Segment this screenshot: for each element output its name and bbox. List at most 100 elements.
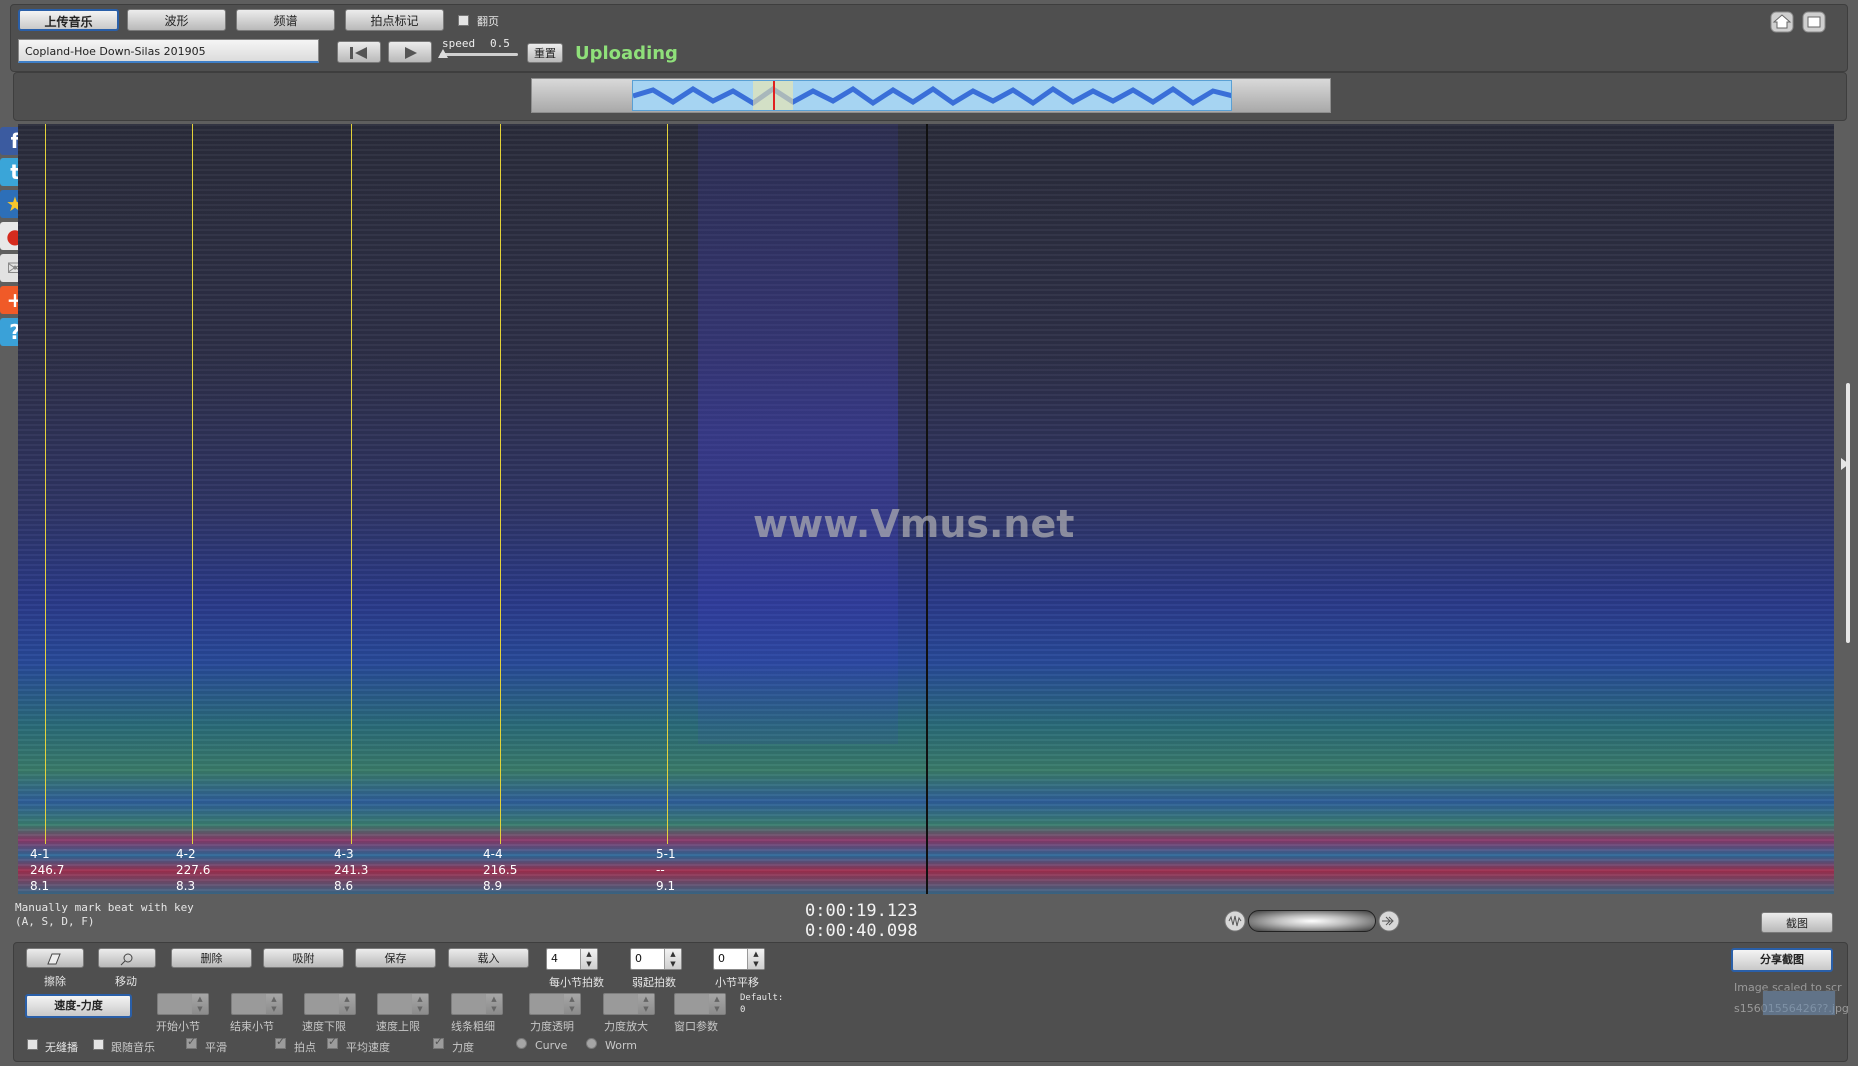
stepper-arrows[interactable]: ▲ ▼ <box>265 994 282 1014</box>
total-time: 0:00:40.098 <box>805 921 918 941</box>
worm-radio[interactable] <box>586 1038 597 1049</box>
load-button[interactable]: 载入 <box>448 948 529 968</box>
prev-button[interactable] <box>337 41 381 63</box>
no-loop-label: 无缝播 <box>45 1041 78 1054</box>
curve-radio[interactable] <box>516 1038 527 1049</box>
stepper-arrows[interactable]: ▲ ▼ <box>664 949 681 969</box>
smooth-checkbox[interactable] <box>186 1035 197 1049</box>
save-button[interactable]: 保存 <box>355 948 436 968</box>
smooth-label: 平滑 <box>205 1041 227 1054</box>
beat-time: 8.6 <box>334 879 354 893</box>
dyn-opacity-label: 力度透明 <box>530 1020 574 1033</box>
reset-button[interactable]: 重置 <box>527 43 563 63</box>
erase-label: 擦除 <box>44 975 66 988</box>
line-width-stepper[interactable]: ▲ ▼ <box>451 993 503 1015</box>
watermark: www.Vmus.net <box>753 502 1075 546</box>
stepper-arrows[interactable]: ▲ ▼ <box>191 994 208 1014</box>
vertical-scrollbar[interactable] <box>1846 383 1850 643</box>
home-button[interactable] <box>1770 11 1794 33</box>
dynamics-label: 力度 <box>452 1041 474 1054</box>
beat-tempo: 227.6 <box>176 863 211 877</box>
flip-page-checkbox[interactable] <box>458 15 469 26</box>
image-thumbnail[interactable] <box>1762 990 1836 1016</box>
track-name-input[interactable]: Copland-Hoe Down-Silas 201905 <box>18 39 319 63</box>
snap-button[interactable]: 吸附 <box>263 948 344 968</box>
delete-button[interactable]: 删除 <box>171 948 252 968</box>
overview-track[interactable] <box>531 78 1331 113</box>
no-loop-checkbox[interactable] <box>27 1039 38 1050</box>
window-param-stepper[interactable]: ▲ ▼ <box>674 993 726 1015</box>
curve-label: Curve <box>535 1039 568 1052</box>
stepper-arrows[interactable]: ▲ ▼ <box>580 949 597 969</box>
stepper-arrows[interactable]: ▲ ▼ <box>708 994 725 1014</box>
beat-line[interactable] <box>500 124 501 844</box>
bar-offset-stepper[interactable]: 0 ▲ ▼ <box>713 948 765 970</box>
beat-label: 4-3 241.3 8.6 <box>334 846 368 894</box>
overview-waveform-shape <box>633 81 1231 110</box>
play-button[interactable] <box>388 41 432 63</box>
overview-playhead[interactable] <box>773 81 775 110</box>
line-width-label: 线条粗细 <box>451 1020 495 1033</box>
fullscreen-button[interactable] <box>1802 11 1826 33</box>
beat-label: 4-4 216.5 8.9 <box>483 846 517 894</box>
speed-slider[interactable] <box>438 49 518 58</box>
upload-music-button[interactable]: 上传音乐 <box>18 9 119 31</box>
expand-handle[interactable] <box>1841 458 1849 470</box>
beat-time: 8.9 <box>483 879 503 893</box>
move-button[interactable] <box>98 948 156 968</box>
zoom-out-button[interactable] <box>1224 910 1246 932</box>
spectrogram-view[interactable]: www.Vmus.net 4-1 246.7 8.1 4-2 227.6 8.3 4-3… <box>18 124 1834 894</box>
screenshot-button[interactable]: 截图 <box>1761 912 1833 933</box>
dyn-scale-stepper[interactable]: ▲ ▼ <box>603 993 655 1015</box>
overview-waveform[interactable] <box>632 80 1232 111</box>
move-label: 移动 <box>115 975 137 988</box>
beat-label: 4-2 227.6 8.3 <box>176 846 210 894</box>
stepper-arrows[interactable]: ▲ ▼ <box>637 994 654 1014</box>
pickup-stepper[interactable]: 0 ▲ ▼ <box>630 948 682 970</box>
beat-line[interactable] <box>45 124 46 844</box>
zoom-slider[interactable] <box>1248 910 1376 932</box>
erase-button[interactable] <box>26 948 84 968</box>
tempo-max-stepper[interactable]: ▲ ▼ <box>377 993 429 1015</box>
beat-time: 9.1 <box>656 879 676 893</box>
beats-per-bar-stepper[interactable]: 4 ▲ ▼ <box>546 948 598 970</box>
beat-bar: 4-4 <box>483 847 503 861</box>
zoom-in-button[interactable] <box>1378 910 1400 932</box>
follow-music-checkbox[interactable] <box>93 1039 104 1050</box>
tempo-dynamics-button[interactable]: 速度-力度 <box>25 994 132 1018</box>
beat-bar: 4-3 <box>334 847 354 861</box>
end-bar-stepper[interactable]: ▲ ▼ <box>231 993 283 1015</box>
share-screenshot-button[interactable]: 分享截图 <box>1731 948 1833 972</box>
window-param-label: 窗口参数 <box>674 1020 718 1033</box>
beat-line[interactable] <box>192 124 193 844</box>
beat-label: 5-1 -- 9.1 <box>656 846 676 894</box>
stepper-arrows[interactable]: ▲ ▼ <box>563 994 580 1014</box>
start-bar-stepper[interactable]: ▲ ▼ <box>157 993 209 1015</box>
stepper-arrows[interactable]: ▲ ▼ <box>338 994 355 1014</box>
beats-per-bar-value: 4 <box>551 952 558 965</box>
upload-status: Uploading <box>575 43 678 64</box>
beat-points-label: 拍点 <box>294 1041 316 1054</box>
dyn-opacity-stepper[interactable]: ▲ ▼ <box>529 993 581 1015</box>
beat-points-checkbox[interactable] <box>275 1035 286 1049</box>
beat-mark-button[interactable]: 拍点标记 <box>345 9 444 31</box>
hint-line-2: (A, S, D, F) <box>15 915 95 928</box>
speed-slider-thumb[interactable] <box>438 49 448 58</box>
dynamics-checkbox[interactable] <box>433 1035 444 1049</box>
spectrogram-glow <box>698 124 898 744</box>
stepper-arrows[interactable]: ▲ ▼ <box>411 994 428 1014</box>
waveform-button[interactable]: 波形 <box>127 9 226 31</box>
beat-line[interactable] <box>351 124 352 844</box>
zoom-out-icon <box>1224 910 1246 932</box>
avg-tempo-checkbox[interactable] <box>327 1035 338 1049</box>
beat-line[interactable] <box>667 124 668 844</box>
pickup-label: 弱起拍数 <box>632 976 676 989</box>
spectrum-button[interactable]: 频谱 <box>236 9 335 31</box>
beat-tempo: 241.3 <box>334 863 369 877</box>
beat-time: 8.1 <box>30 879 50 893</box>
pickup-value: 0 <box>635 952 642 965</box>
track-name-text: Copland-Hoe Down-Silas 201905 <box>25 45 206 58</box>
stepper-arrows[interactable]: ▲ ▼ <box>747 949 764 969</box>
tempo-min-stepper[interactable]: ▲ ▼ <box>304 993 356 1015</box>
stepper-arrows[interactable]: ▲ ▼ <box>485 994 502 1014</box>
